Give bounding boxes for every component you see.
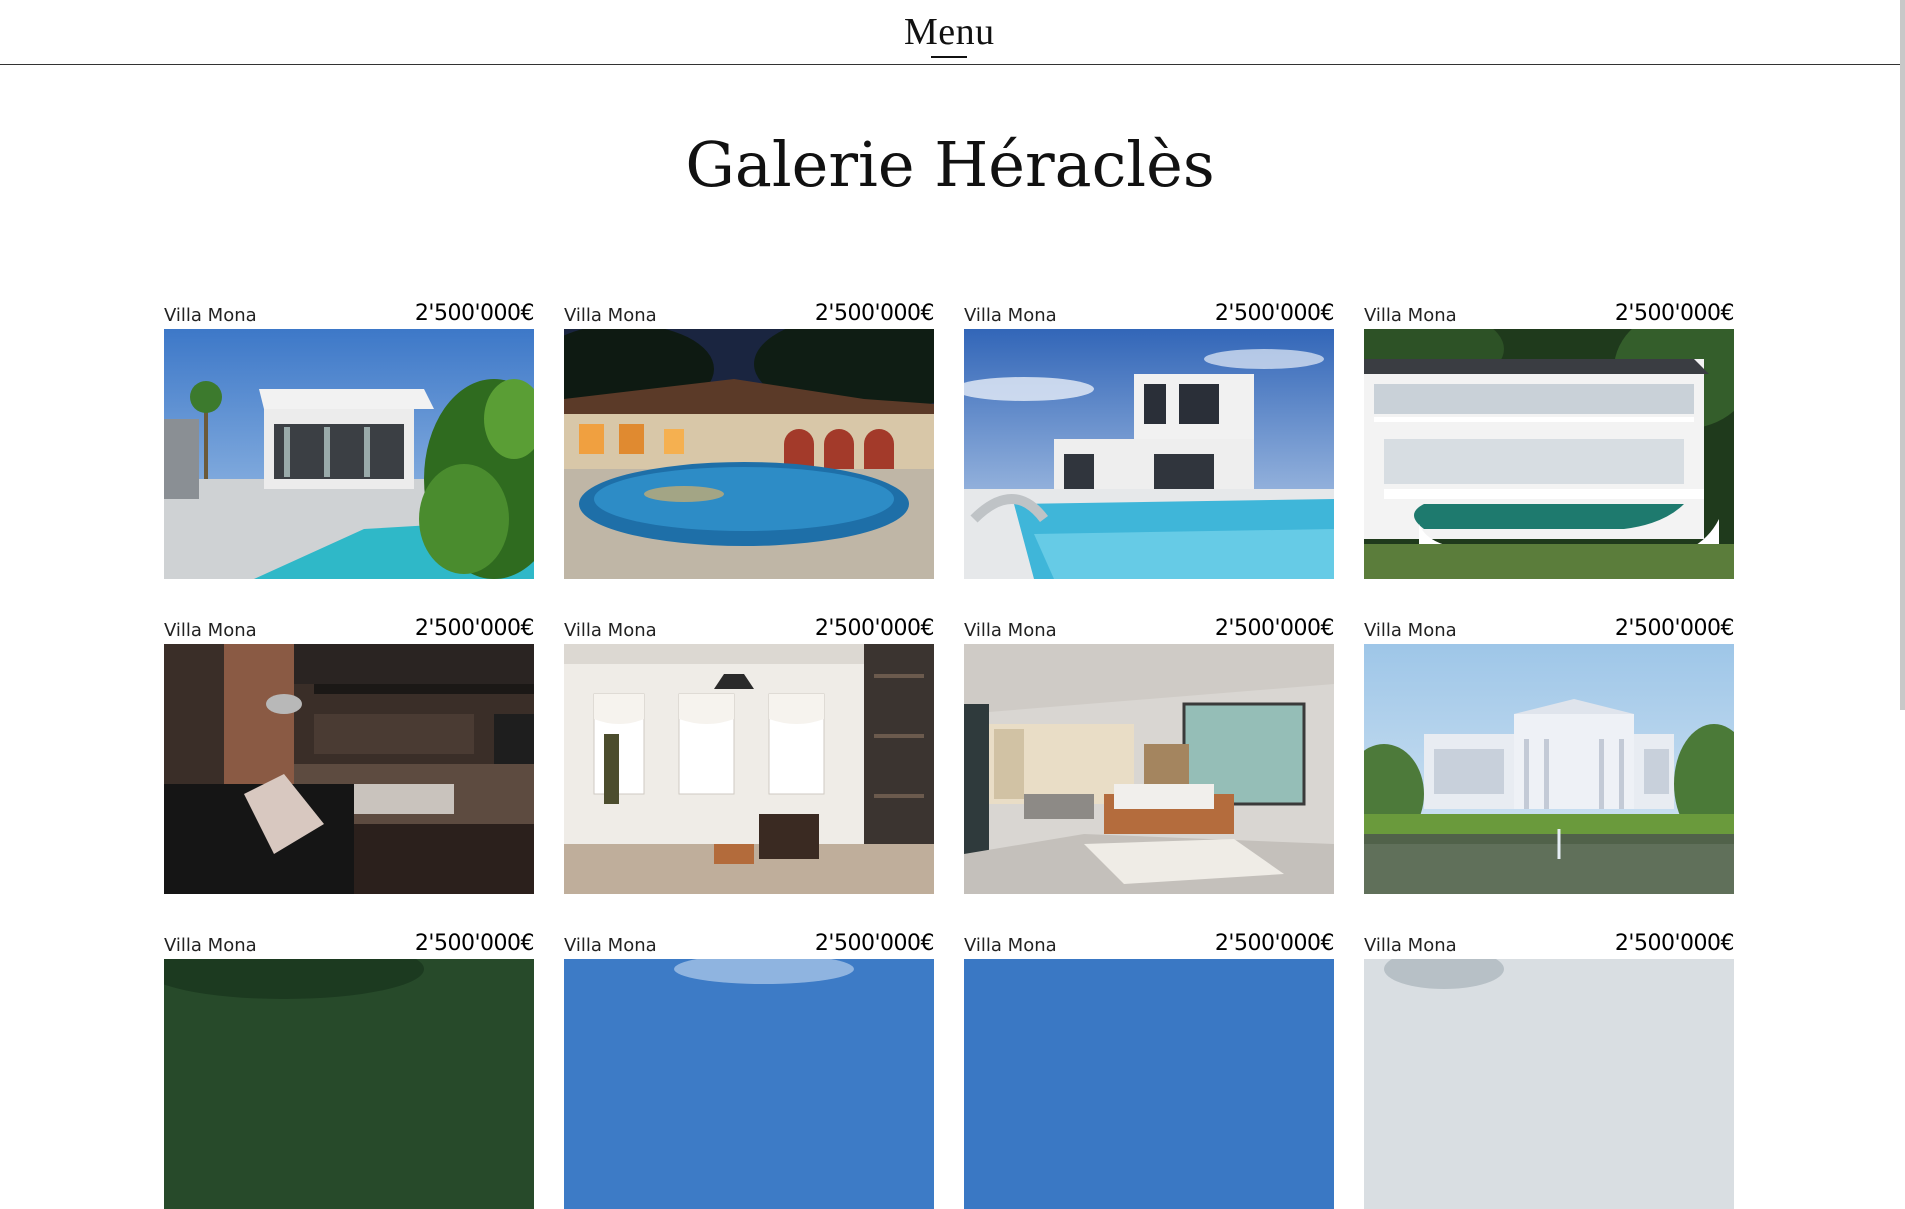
property-name: Villa Mona xyxy=(564,620,657,641)
property-photo[interactable] xyxy=(564,329,934,579)
property-card[interactable]: Villa Mona 2'500'000€ xyxy=(164,296,535,579)
property-name: Villa Mona xyxy=(1364,620,1457,641)
property-card[interactable]: Villa Mona 2'500'000€ xyxy=(1364,926,1735,1209)
property-name: Villa Mona xyxy=(964,935,1057,956)
property-card[interactable]: Villa Mona 2'500'000€ xyxy=(964,926,1335,1209)
property-name: Villa Mona xyxy=(564,935,657,956)
property-name: Villa Mona xyxy=(1364,935,1457,956)
property-card[interactable]: Villa Mona 2'500'000€ xyxy=(1364,611,1735,894)
property-name: Villa Mona xyxy=(164,620,257,641)
top-navigation-bar: Menu xyxy=(0,0,1900,65)
property-photo[interactable] xyxy=(164,644,534,894)
property-photo[interactable] xyxy=(564,959,934,1209)
property-price: 2'500'000€ xyxy=(1214,616,1335,641)
property-name: Villa Mona xyxy=(564,305,657,326)
property-photo[interactable] xyxy=(964,644,1334,894)
property-photo[interactable] xyxy=(164,959,534,1209)
property-price: 2'500'000€ xyxy=(1614,301,1735,326)
property-card[interactable]: Villa Mona 2'500'000€ xyxy=(964,296,1335,579)
property-photo[interactable] xyxy=(164,329,534,579)
property-card[interactable]: Villa Mona 2'500'000€ xyxy=(964,611,1335,894)
property-price: 2'500'000€ xyxy=(1614,931,1735,956)
property-card[interactable]: Villa Mona 2'500'000€ xyxy=(164,926,535,1209)
property-photo[interactable] xyxy=(1364,959,1734,1209)
property-price: 2'500'000€ xyxy=(414,616,535,641)
property-photo[interactable] xyxy=(564,644,934,894)
property-photo[interactable] xyxy=(964,959,1334,1209)
property-name: Villa Mona xyxy=(964,620,1057,641)
property-photo[interactable] xyxy=(964,329,1334,579)
property-price: 2'500'000€ xyxy=(414,301,535,326)
property-price: 2'500'000€ xyxy=(814,616,935,641)
property-name: Villa Mona xyxy=(164,935,257,956)
property-price: 2'500'000€ xyxy=(414,931,535,956)
property-name: Villa Mona xyxy=(964,305,1057,326)
property-price: 2'500'000€ xyxy=(814,931,935,956)
property-price: 2'500'000€ xyxy=(1214,931,1335,956)
scrollbar[interactable] xyxy=(1900,0,1905,710)
menu-button[interactable]: Menu xyxy=(904,10,995,54)
property-price: 2'500'000€ xyxy=(1614,616,1735,641)
property-card[interactable]: Villa Mona 2'500'000€ xyxy=(164,611,535,894)
page-title: Galerie Héraclès xyxy=(685,128,1215,201)
property-card[interactable]: Villa Mona 2'500'000€ xyxy=(564,611,935,894)
property-card[interactable]: Villa Mona 2'500'000€ xyxy=(564,926,935,1209)
property-name: Villa Mona xyxy=(164,305,257,326)
property-card[interactable]: Villa Mona 2'500'000€ xyxy=(564,296,935,579)
property-name: Villa Mona xyxy=(1364,305,1457,326)
menu-underline xyxy=(931,56,967,58)
property-card[interactable]: Villa Mona 2'500'000€ xyxy=(1364,296,1735,579)
property-price: 2'500'000€ xyxy=(1214,301,1335,326)
property-price: 2'500'000€ xyxy=(814,301,935,326)
property-photo[interactable] xyxy=(1364,329,1734,579)
gallery-grid: Villa Mona 2'500'000€ Villa Mona 2'500'0… xyxy=(164,296,1735,1209)
property-photo[interactable] xyxy=(1364,644,1734,894)
